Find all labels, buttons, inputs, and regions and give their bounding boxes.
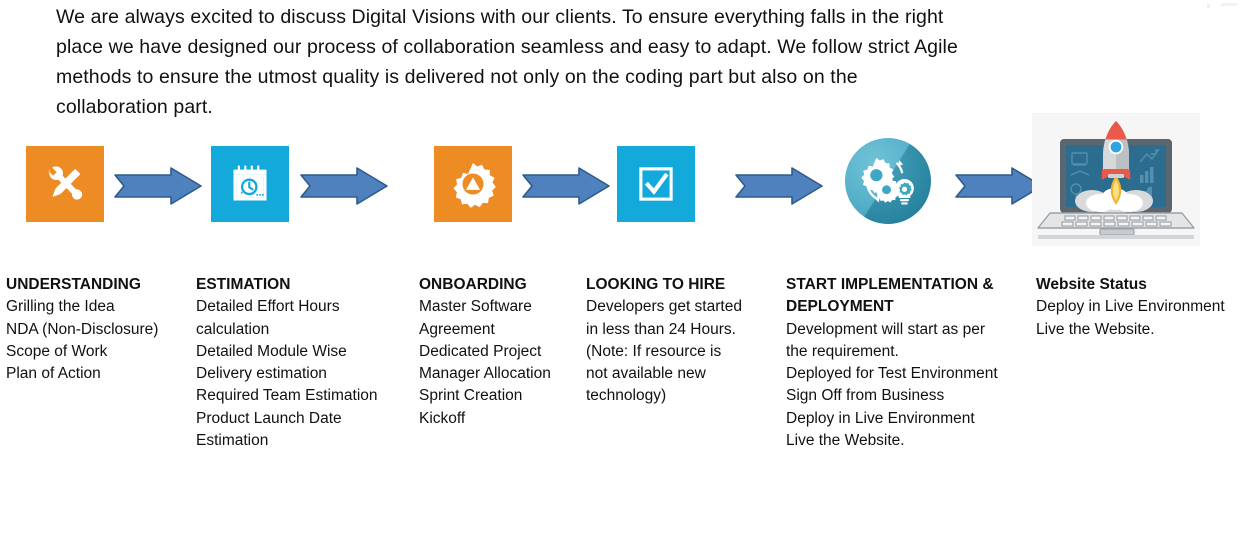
process-step-6[interactable] [1032,113,1200,246]
column-start-implementation: START IMPLEMENTATION & DEPLOYMENT Develo… [786,274,1032,452]
column-looking-to-hire: LOOKING TO HIRE Developers get started i… [586,274,780,408]
wrench-pencil-icon [48,166,83,200]
right-arrow-icon [522,167,610,205]
column-body: Grilling the Idea NDA (Non-Disclosure) S… [6,298,159,383]
column-onboarding: ONBOARDING Master Software Agreement Ded… [419,274,581,430]
column-title: ESTIMATION [196,276,291,293]
process-flow-strip [0,110,1255,250]
gears-lightbulb-icon [861,157,914,205]
step-2-tile [211,146,289,222]
intro-paragraph: We are always excited to discuss Digital… [56,2,1102,122]
column-estimation: ESTIMATION Detailed Effort Hours calcula… [196,274,418,452]
gear-alert-icon [453,162,496,208]
right-arrow-icon [735,167,823,205]
column-body: Development will start as per the requir… [786,320,998,450]
page-corner-artifact [1207,3,1237,8]
column-title: UNDERSTANDING [6,276,141,293]
process-step-5[interactable] [845,138,931,224]
column-body: Developers get started in less than 24 H… [586,298,742,405]
step-1-tile [26,146,104,222]
column-body: Deploy in Live Environment Live the Webs… [1036,298,1225,338]
step-3-tile [434,146,512,222]
laptop-rocket-launch-icon [1032,113,1200,246]
process-step-4[interactable] [617,146,695,222]
column-understanding: UNDERSTANDING Grilling the Idea NDA (Non… [6,274,192,385]
step-5-tile [845,138,931,224]
step-4-tile [617,146,695,222]
flow-arrow-1 [114,167,202,205]
process-infographic: We are always excited to discuss Digital… [0,0,1255,542]
column-title: Website Status [1036,276,1147,293]
intro-line-2: place we have designed our process of co… [56,36,958,58]
column-body: Detailed Effort Hours calculation Detail… [196,298,378,450]
flow-arrow-4 [735,167,823,205]
column-website-status: Website Status Deploy in Live Environmen… [1036,274,1251,341]
intro-line-3: methods to ensure the utmost quality is … [56,66,858,88]
column-title: START IMPLEMENTATION & DEPLOYMENT [786,276,994,316]
right-arrow-icon [114,167,202,205]
process-step-2[interactable] [211,146,289,222]
flow-arrow-2 [300,167,388,205]
column-title: ONBOARDING [419,276,527,293]
right-arrow-icon [300,167,388,205]
flow-arrow-3 [522,167,610,205]
column-title: LOOKING TO HIRE [586,276,726,293]
checkbox-check-icon [639,167,673,201]
intro-line-1: We are always excited to discuss Digital… [56,6,944,28]
column-body: Master Software Agreement Dedicated Proj… [419,298,551,427]
right-arrow-icon [955,167,1043,205]
process-step-3[interactable] [434,146,512,222]
process-step-1[interactable] [26,146,104,222]
calendar-clock-icon [233,165,267,201]
flow-arrow-5 [955,167,1043,205]
